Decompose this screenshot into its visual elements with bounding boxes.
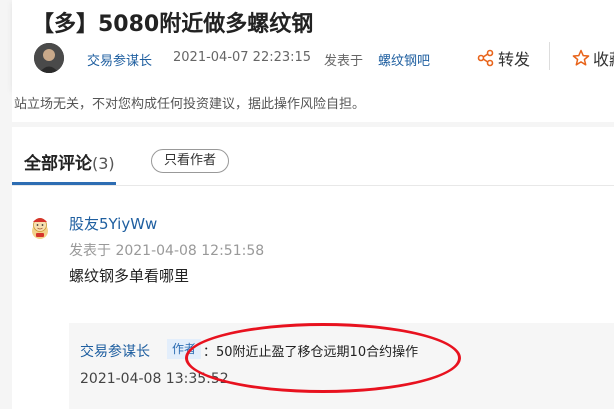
author-badge: 作者: [167, 339, 202, 359]
collect-label: 收藏: [593, 50, 614, 69]
cartoon-avatar-icon: [32, 218, 48, 239]
reply-text: ：50附近止盈了移仓远期10合约操作: [203, 345, 419, 360]
comment-text: 螺纹钢多单看哪里: [69, 267, 190, 285]
tab-all-comments[interactable]: 全部评论(3): [24, 149, 115, 174]
header-divider: [549, 42, 550, 70]
comment-count: (3): [92, 154, 115, 173]
disclaimer-bar: 站立场无关，不对您构成任何投资建议，据此操作风险自担。: [12, 90, 614, 122]
share-button[interactable]: 转发: [477, 46, 530, 70]
tab-all-comments-label: 全部评论: [24, 154, 92, 174]
reply-box: 交易参谋长 作者 ：50附近止盈了移仓远期10合约操作 2021-04-08 1…: [69, 323, 614, 409]
avatar-photo: [34, 43, 64, 73]
commenter-name[interactable]: 股友5YiyWw: [69, 213, 157, 234]
comments-section: 全部评论(3) 只看作者 股友5YiyWw 发表于 2021-04-08 12:…: [12, 127, 614, 409]
only-author-button[interactable]: 只看作者: [151, 149, 230, 173]
collect-button[interactable]: 收藏: [572, 46, 614, 70]
reply-time: 2021-04-08 13:35:52: [80, 371, 229, 387]
posted-in-label: 发表于: [324, 54, 364, 69]
comment-time: 发表于 2021-04-08 12:51:58: [69, 243, 265, 259]
commenter-avatar[interactable]: [28, 215, 52, 241]
reply-author-link[interactable]: 交易参谋长: [80, 341, 150, 361]
star-icon: [572, 49, 590, 66]
active-tab-indicator: [12, 182, 116, 185]
board-link[interactable]: 螺纹钢吧: [378, 50, 430, 69]
post-header: 【多】5080附近做多螺纹钢 交易参谋长 2021-04-07 22:23:15…: [12, 0, 614, 90]
author-avatar[interactable]: [34, 43, 64, 73]
share-icon: [477, 49, 494, 67]
comments-tab-bar: 全部评论(3) 只看作者: [12, 127, 614, 186]
post-time: 2021-04-07 22:23:15: [173, 50, 312, 65]
post-author-link[interactable]: 交易参谋长: [87, 50, 152, 69]
post-title: 【多】5080附近做多螺纹钢: [32, 12, 314, 37]
disclaimer-text: 站立场无关，不对您构成任何投资建议，据此操作风险自担。: [14, 97, 366, 112]
share-label: 转发: [498, 50, 531, 69]
